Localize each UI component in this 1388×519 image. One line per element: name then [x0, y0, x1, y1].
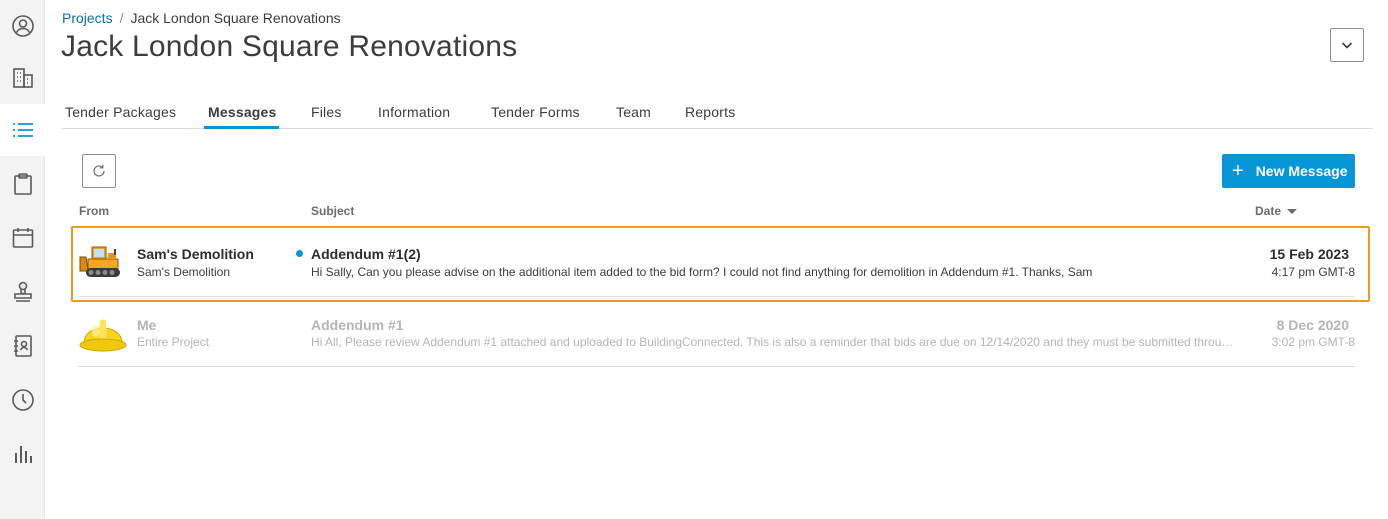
stamp-icon: [13, 281, 32, 302]
tab-information[interactable]: Information: [378, 104, 450, 120]
sidebar-item-analytics[interactable]: [0, 428, 45, 480]
user-circle-icon: [11, 15, 34, 37]
message-subject: Addendum #1: [311, 317, 404, 333]
tab-tender-forms[interactable]: Tender Forms: [491, 104, 580, 120]
active-tab-indicator: [204, 126, 279, 129]
sender-name: Sam's Demolition: [137, 246, 254, 262]
column-header-from: From: [79, 204, 109, 218]
sender-company: Sam's Demolition: [137, 265, 230, 279]
sidebar-item-profile[interactable]: [0, 0, 45, 52]
tab-files[interactable]: Files: [311, 104, 342, 120]
tab-messages[interactable]: Messages: [208, 104, 277, 120]
sidebar-item-companies[interactable]: [0, 52, 45, 104]
tab-tender-packages[interactable]: Tender Packages: [65, 104, 176, 120]
message-preview: Hi Sally, Can you please advise on the a…: [311, 265, 1093, 279]
column-header-subject: Subject: [311, 204, 355, 218]
breadcrumb-projects-link[interactable]: Projects: [62, 10, 113, 26]
message-row[interactable]: Me Entire Project Addendum #1 Hi All, Pl…: [78, 300, 1355, 367]
address-book-icon: [13, 335, 32, 357]
unread-indicator: [296, 250, 303, 257]
message-time: 3:02 pm GMT-8: [1271, 335, 1355, 349]
page-title: Jack London Square Renovations: [61, 30, 518, 63]
sidebar-item-activity[interactable]: [0, 374, 45, 426]
hardhat-avatar: [78, 309, 128, 359]
sort-descending-icon: [1287, 209, 1298, 215]
bar-chart-icon: [14, 446, 32, 463]
message-date: 8 Dec 2020: [1276, 317, 1349, 333]
column-header-date-label: Date: [1255, 204, 1282, 218]
bulldozer-avatar: [78, 237, 128, 287]
new-message-label: New Message: [1255, 163, 1348, 179]
sidebar-item-directory[interactable]: [0, 320, 45, 372]
sidebar-item-calendar[interactable]: [0, 212, 45, 264]
sender-scope: Entire Project: [137, 335, 210, 349]
column-header-date[interactable]: Date: [1255, 204, 1298, 218]
refresh-icon: [93, 164, 105, 177]
refresh-button[interactable]: [82, 154, 116, 188]
sidebar-item-approvals[interactable]: [0, 266, 45, 318]
message-preview: Hi All, Please review Addendum #1 attach…: [311, 335, 1238, 349]
breadcrumb: Projects / Jack London Square Renovations: [62, 10, 341, 26]
tab-reports[interactable]: Reports: [685, 104, 735, 120]
new-message-button[interactable]: + New Message: [1222, 154, 1355, 188]
clock-icon: [11, 389, 34, 411]
project-menu-dropdown[interactable]: [1330, 28, 1364, 62]
tab-team[interactable]: Team: [616, 104, 651, 120]
plus-icon: +: [1232, 160, 1244, 182]
message-row[interactable]: Sam's Demolition Sam's Demolition Addend…: [78, 229, 1355, 297]
list-icon: [12, 123, 33, 137]
calendar-icon: [12, 228, 33, 248]
message-date: 15 Feb 2023: [1269, 246, 1349, 262]
left-sidebar: [0, 0, 45, 519]
sidebar-item-projects[interactable]: [0, 104, 45, 156]
message-time: 4:17 pm GMT-8: [1271, 265, 1355, 279]
message-subject: Addendum #1(2): [311, 246, 421, 262]
project-tabs: Tender Packages Messages Files Informati…: [62, 94, 1373, 129]
clipboard-icon: [13, 173, 32, 195]
sidebar-item-tasks[interactable]: [0, 158, 45, 210]
breadcrumb-separator: /: [119, 10, 124, 26]
chevron-down-icon: [1341, 42, 1353, 49]
sender-name: Me: [137, 317, 157, 333]
building-icon: [12, 68, 33, 88]
breadcrumb-current: Jack London Square Renovations: [130, 10, 341, 26]
